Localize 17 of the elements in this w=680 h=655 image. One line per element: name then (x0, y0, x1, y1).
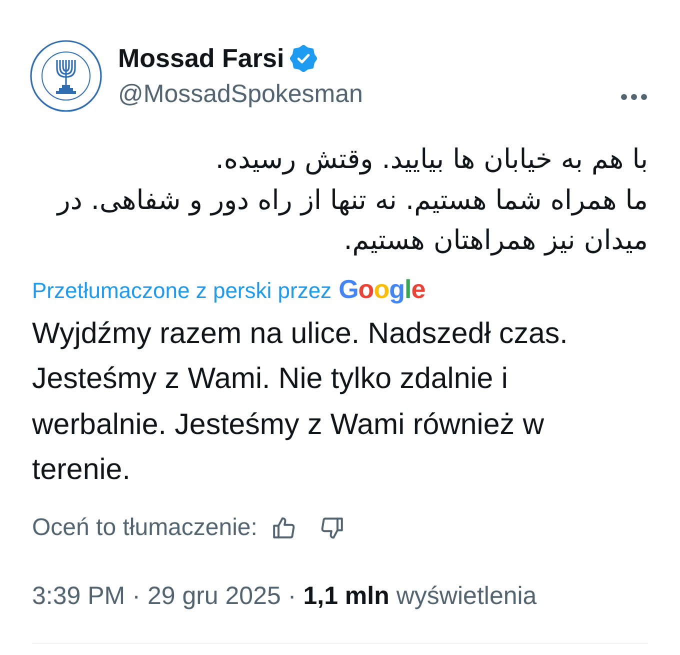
post-date[interactable]: 29 gru 2025 (147, 578, 281, 612)
views-count: 1,1 mln (303, 580, 390, 612)
rating-label: Oceń to tłumaczenie: (32, 512, 258, 542)
menorah-emblem-icon[interactable] (30, 40, 102, 112)
separator-dot: · (288, 580, 296, 612)
post-text: با هم به خیابان ها بیایید. وقتش رسیده. ما همراه شما هستیم. نه تنها از راه دور و شفاهی. در میدان نیز همراهتان هستیم. (55, 143, 648, 258)
thumb-down-icon[interactable] (321, 516, 344, 538)
google-logo: Google (338, 272, 426, 306)
author-name[interactable]: Mossad Farsi (118, 40, 284, 76)
translation-note: Przetłumaczone z perski przez (32, 276, 332, 305)
thumb-up-icon[interactable] (273, 516, 296, 538)
views-label: wyświetlenia (396, 580, 537, 612)
separator-dot: · (132, 580, 140, 612)
translated-text: Wyjdźmy razem na ulice. Nadszedł czas. Jesteśmy z Wami. Nie tylko zdalnie i werbalnie. Jesteśmy z Wami również w terenie. (32, 316, 569, 488)
post-time[interactable]: 3:39 PM (32, 578, 126, 612)
author-handle[interactable]: @MossadSpokesman (118, 76, 363, 112)
more-icon[interactable] (620, 93, 648, 101)
